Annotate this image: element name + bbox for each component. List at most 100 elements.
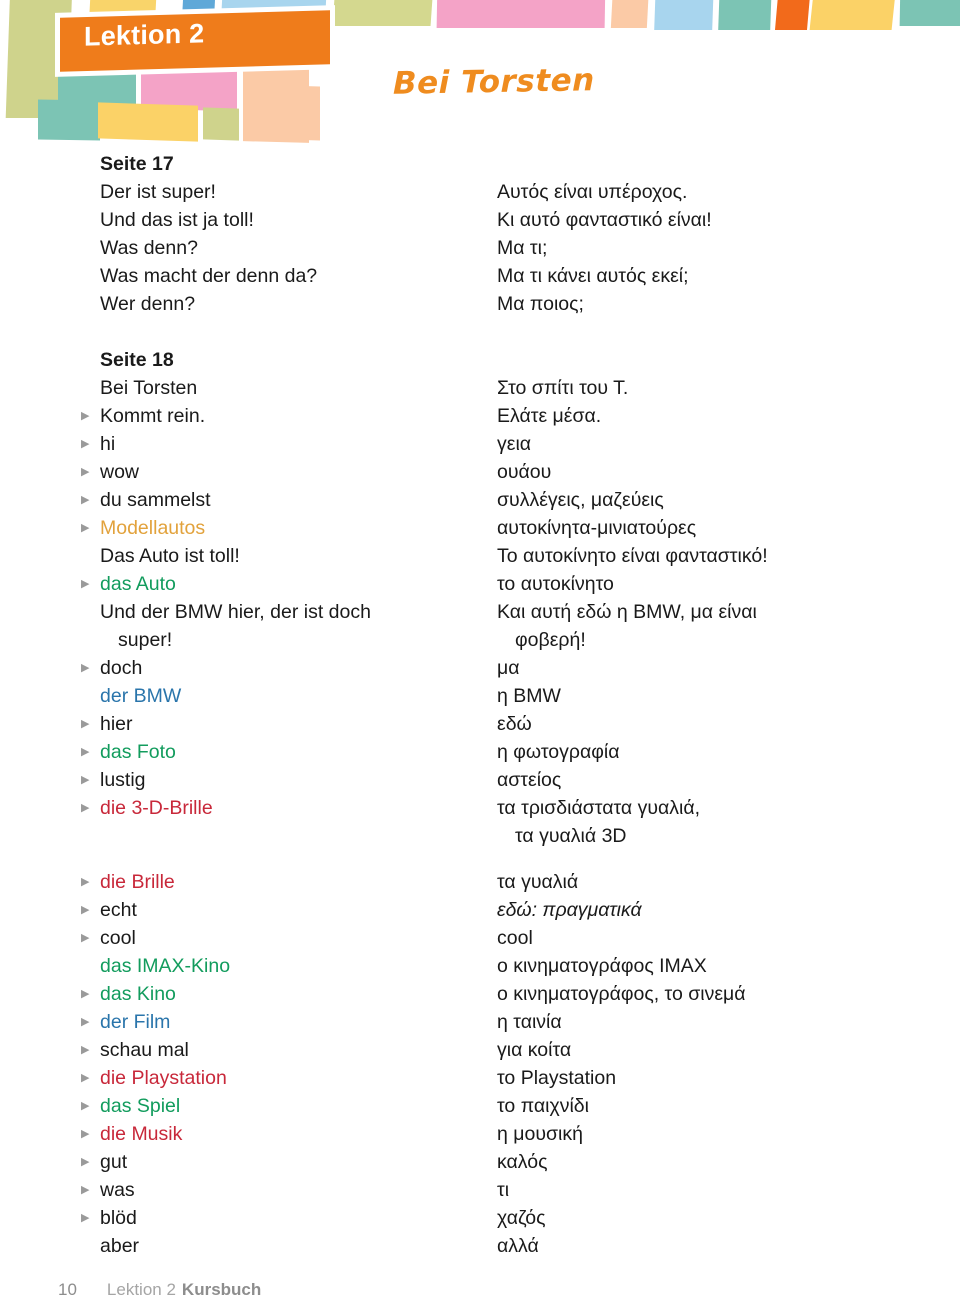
vocab-term-de: doch bbox=[100, 657, 143, 679]
bullet-arrow-icon: ▶ bbox=[81, 578, 90, 590]
vocab-row-el bbox=[497, 850, 917, 868]
vocab-term-de: Der ist super! bbox=[100, 181, 216, 203]
vocab-row-de: ▶ das Spiel bbox=[81, 1092, 470, 1120]
vocab-term-de: was bbox=[100, 1179, 135, 1201]
vocab-row-de: ▶ die Playstation bbox=[81, 1064, 470, 1092]
vocab-row-el: η BMW bbox=[497, 682, 917, 710]
vocab-translation-el: αλλά bbox=[497, 1235, 539, 1257]
bullet-arrow-icon: ▶ bbox=[81, 494, 90, 506]
vocab-term-de: Modellautos bbox=[100, 517, 206, 539]
vocab-row-de: Was macht der denn da? bbox=[100, 262, 470, 290]
vocab-row-el: τα γυαλιά bbox=[497, 868, 917, 896]
vocab-row-de: Wer denn? bbox=[100, 290, 470, 318]
vocab-translation-el: cool bbox=[497, 927, 533, 949]
vocab-row-el: Αυτός είναι υπέροχος. bbox=[497, 178, 917, 206]
german-column: Seite 17 Der ist super! Und das ist ja tol… bbox=[81, 150, 470, 1260]
vocab-row-de: ▶ Modellautos bbox=[81, 514, 470, 542]
vocab-term-de: Das Auto ist toll! bbox=[100, 545, 240, 567]
vocab-term-de: Bei Torsten bbox=[100, 377, 198, 399]
vocab-term-de: Seite 18 bbox=[100, 349, 174, 371]
vocab-row-el: το αυτοκίνητο bbox=[497, 570, 917, 598]
vocab-row-el: αυτοκίνητα-μινιατούρες bbox=[497, 514, 917, 542]
vocab-row-el: για κοίτα bbox=[497, 1036, 917, 1064]
vocab-row-el: γεια bbox=[497, 430, 917, 458]
vocab-row-el bbox=[497, 318, 917, 346]
vocab-translation-el: γεια bbox=[497, 433, 532, 455]
vocab-row-el: ουάου bbox=[497, 458, 917, 486]
vocab-row-de: ▶ hier bbox=[81, 710, 470, 738]
bullet-arrow-icon: ▶ bbox=[81, 1044, 90, 1056]
bullet-arrow-icon: ▶ bbox=[81, 410, 90, 422]
vocab-term-de: cool bbox=[100, 927, 136, 949]
vocab-translation-el: ουάου bbox=[497, 461, 552, 483]
vocab-translation-el: μα bbox=[497, 657, 520, 679]
vocab-term-de: Wer denn? bbox=[100, 293, 196, 315]
vocab-row-el: ο κινηματογράφος, το σινεμά bbox=[497, 980, 917, 1008]
vocab-translation-el: φοβερή! bbox=[515, 629, 586, 651]
tile-teal-right bbox=[899, 0, 960, 26]
vocab-term-de: hier bbox=[100, 713, 133, 735]
vocab-term-de: echt bbox=[100, 899, 137, 921]
bullet-arrow-icon: ▶ bbox=[81, 1072, 90, 1084]
vocab-row-el: αστείος bbox=[497, 766, 917, 794]
vocab-translation-el: τα γυαλιά bbox=[497, 871, 579, 893]
vocab-row-el: εδώ bbox=[497, 710, 917, 738]
vocab-translation-el: συλλέγεις, μαζεύεις bbox=[497, 489, 664, 511]
tile-teal-big-foot bbox=[38, 99, 100, 141]
vocab-row-de: ▶ du sammelst bbox=[81, 486, 470, 514]
vocab-row-de: ▶ das Foto bbox=[81, 738, 470, 766]
vocab-row-el: φοβερή! bbox=[497, 626, 917, 654]
bullet-arrow-icon: ▶ bbox=[81, 1100, 90, 1112]
vocab-row-de: ▶ gut bbox=[81, 1148, 470, 1176]
vocab-term-de: der Film bbox=[100, 1011, 171, 1033]
vocab-row-de: Und das ist ja toll! bbox=[100, 206, 470, 234]
vocab-translation-el: Αυτός είναι υπέροχος. bbox=[497, 181, 688, 203]
vocab-row-de: ▶ das Auto bbox=[81, 570, 470, 598]
vocab-term-de: das Kino bbox=[100, 983, 176, 1005]
vocab-translation-el: τι bbox=[497, 1179, 510, 1201]
vocab-row-de: ▶ Kommt rein. bbox=[81, 402, 470, 430]
vocab-row-el: το Playstation bbox=[497, 1064, 917, 1092]
vocab-row-de: ▶ wow bbox=[81, 458, 470, 486]
vocab-term-de: Und das ist ja toll! bbox=[100, 209, 254, 231]
vocab-term-de: hi bbox=[100, 433, 116, 455]
vocab-row-el: Μα ποιος; bbox=[497, 290, 917, 318]
bullet-arrow-icon: ▶ bbox=[81, 988, 90, 1000]
vocab-row-de: ▶ hi bbox=[81, 430, 470, 458]
vocab-row-de: ▶ was bbox=[81, 1176, 470, 1204]
vocab-term-de: die Playstation bbox=[100, 1067, 227, 1089]
vocab-term-de: das Auto bbox=[100, 573, 176, 595]
chapter-title: Bei Torsten bbox=[393, 62, 595, 102]
vocab-row-el: Το αυτοκίνητο είναι φανταστικό! bbox=[497, 542, 917, 570]
vocab-translation-el: η ταινία bbox=[497, 1011, 562, 1033]
bullet-arrow-icon: ▶ bbox=[81, 876, 90, 888]
vocab-row-de: das IMAX-Kino bbox=[100, 952, 470, 980]
bullet-arrow-icon: ▶ bbox=[81, 1184, 90, 1196]
vocab-row-el: Ελάτε μέσα. bbox=[497, 402, 917, 430]
vocab-translation-el: για κοίτα bbox=[497, 1039, 572, 1061]
bullet-arrow-icon: ▶ bbox=[81, 438, 90, 450]
vocab-row-de bbox=[100, 822, 470, 850]
vocab-row-el: συλλέγεις, μαζεύεις bbox=[497, 486, 917, 514]
vocab-translation-el: τα γυαλιά 3D bbox=[515, 825, 627, 847]
vocab-row-el: εδώ: πραγματικά bbox=[497, 896, 917, 924]
vocab-row-de: ▶ doch bbox=[81, 654, 470, 682]
greek-column: Αυτός είναι υπέροχος. Κι αυτό φανταστικό … bbox=[497, 150, 917, 1260]
vocab-term-de: der BMW bbox=[100, 685, 182, 707]
vocab-row-el: καλός bbox=[497, 1148, 917, 1176]
bullet-arrow-icon: ▶ bbox=[81, 466, 90, 478]
bullet-arrow-icon: ▶ bbox=[81, 522, 90, 534]
vocab-row-de: Der ist super! bbox=[100, 178, 470, 206]
vocab-translation-el: Κι αυτό φανταστικό είναι! bbox=[497, 209, 712, 231]
vocab-term-de: die Musik bbox=[100, 1123, 183, 1145]
vocab-translation-el: Ελάτε μέσα. bbox=[497, 405, 602, 427]
vocab-translation-el: το παιχνίδι bbox=[497, 1095, 589, 1117]
footer-book-title: Kursbuch bbox=[181, 1280, 262, 1299]
vocab-row-el: ο κινηματογράφος IMAX bbox=[497, 952, 917, 980]
vocab-row-de: ▶ schau mal bbox=[81, 1036, 470, 1064]
vocab-row-el: Και αυτή εδώ η BMW, μα είναι bbox=[497, 598, 917, 626]
vocab-translation-el: καλός bbox=[497, 1151, 548, 1173]
vocab-row-el bbox=[497, 346, 917, 374]
vocab-translation-el: χαζός bbox=[497, 1207, 546, 1229]
vocab-translation-el: ο κινηματογράφος, το σινεμά bbox=[497, 983, 746, 1005]
